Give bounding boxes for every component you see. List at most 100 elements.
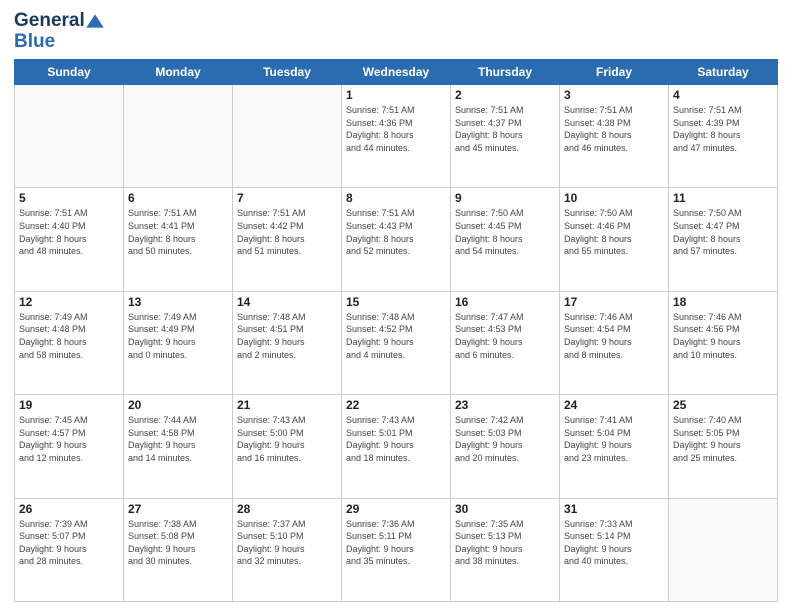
day-cell: 28 Sunrise: 7:37 AM Sunset: 5:10 PM Dayli…	[233, 498, 342, 601]
day-number: 24	[564, 398, 664, 412]
day-info: Sunrise: 7:51 AM Sunset: 4:42 PM Dayligh…	[237, 207, 337, 257]
day-cell: 9 Sunrise: 7:50 AM Sunset: 4:45 PM Daylig…	[451, 188, 560, 291]
day-info: Sunrise: 7:41 AM Sunset: 5:04 PM Dayligh…	[564, 414, 664, 464]
day-info: Sunrise: 7:50 AM Sunset: 4:47 PM Dayligh…	[673, 207, 773, 257]
day-number: 11	[673, 191, 773, 205]
day-info: Sunrise: 7:51 AM Sunset: 4:37 PM Dayligh…	[455, 104, 555, 154]
day-info: Sunrise: 7:42 AM Sunset: 5:03 PM Dayligh…	[455, 414, 555, 464]
weekday-header-friday: Friday	[560, 60, 669, 85]
day-cell: 12Sunrise: 7:49 AM Sunset: 4:48 PM Dayli…	[15, 291, 124, 394]
day-cell: 31 Sunrise: 7:33 AM Sunset: 5:14 PM Dayli…	[560, 498, 669, 601]
day-number: 22	[346, 398, 446, 412]
day-number: 21	[237, 398, 337, 412]
day-number: 7	[237, 191, 337, 205]
day-number: 8	[346, 191, 446, 205]
weekday-header-saturday: Saturday	[669, 60, 778, 85]
day-cell: 18 Sunrise: 7:46 AM Sunset: 4:56 PM Dayli…	[669, 291, 778, 394]
day-info: Sunrise: 7:46 AM Sunset: 4:54 PM Dayligh…	[564, 311, 664, 361]
day-cell: 17 Sunrise: 7:46 AM Sunset: 4:54 PM Dayli…	[560, 291, 669, 394]
logo-arrow-icon	[85, 11, 105, 31]
day-number: 10	[564, 191, 664, 205]
day-number: 14	[237, 295, 337, 309]
day-info: Sunrise: 7:51 AM Sunset: 4:39 PM Dayligh…	[673, 104, 773, 154]
day-info: Sunrise: 7:51 AM Sunset: 4:43 PM Dayligh…	[346, 207, 446, 257]
logo-blue-label: Blue	[14, 32, 55, 51]
day-number: 15	[346, 295, 446, 309]
day-cell	[669, 498, 778, 601]
weekday-header-monday: Monday	[124, 60, 233, 85]
day-info: Sunrise: 7:43 AM Sunset: 5:00 PM Dayligh…	[237, 414, 337, 464]
day-number: 25	[673, 398, 773, 412]
day-info: Sunrise: 7:51 AM Sunset: 4:36 PM Dayligh…	[346, 104, 446, 154]
day-cell: 11 Sunrise: 7:50 AM Sunset: 4:47 PM Dayli…	[669, 188, 778, 291]
week-row-4: 19 Sunrise: 7:45 AM Sunset: 4:57 PM Dayli…	[15, 395, 778, 498]
day-info: Sunrise: 7:44 AM Sunset: 4:58 PM Dayligh…	[128, 414, 228, 464]
day-number: 28	[237, 502, 337, 516]
day-cell: 25 Sunrise: 7:40 AM Sunset: 5:05 PM Dayli…	[669, 395, 778, 498]
day-info: Sunrise: 7:33 AM Sunset: 5:14 PM Dayligh…	[564, 518, 664, 568]
day-info: Sunrise: 7:40 AM Sunset: 5:05 PM Dayligh…	[673, 414, 773, 464]
day-number: 2	[455, 88, 555, 102]
day-info: Sunrise: 7:37 AM Sunset: 5:10 PM Dayligh…	[237, 518, 337, 568]
day-info: Sunrise: 7:48 AM Sunset: 4:52 PM Dayligh…	[346, 311, 446, 361]
weekday-header-row: SundayMondayTuesdayWednesdayThursdayFrid…	[15, 60, 778, 85]
day-cell	[124, 85, 233, 188]
day-info: Sunrise: 7:49 AM Sunset: 4:49 PM Dayligh…	[128, 311, 228, 361]
logo-general-label: General	[14, 10, 85, 32]
week-row-2: 5Sunrise: 7:51 AM Sunset: 4:40 PM Daylig…	[15, 188, 778, 291]
day-info: Sunrise: 7:38 AM Sunset: 5:08 PM Dayligh…	[128, 518, 228, 568]
day-number: 17	[564, 295, 664, 309]
day-cell: 14 Sunrise: 7:48 AM Sunset: 4:51 PM Dayli…	[233, 291, 342, 394]
day-info: Sunrise: 7:35 AM Sunset: 5:13 PM Dayligh…	[455, 518, 555, 568]
day-cell: 13 Sunrise: 7:49 AM Sunset: 4:49 PM Dayli…	[124, 291, 233, 394]
day-cell: 20 Sunrise: 7:44 AM Sunset: 4:58 PM Dayli…	[124, 395, 233, 498]
weekday-header-sunday: Sunday	[15, 60, 124, 85]
day-number: 30	[455, 502, 555, 516]
weekday-header-wednesday: Wednesday	[342, 60, 451, 85]
weekday-header-tuesday: Tuesday	[233, 60, 342, 85]
day-number: 31	[564, 502, 664, 516]
day-number: 16	[455, 295, 555, 309]
week-row-5: 26 Sunrise: 7:39 AM Sunset: 5:07 PM Dayli…	[15, 498, 778, 601]
day-number: 13	[128, 295, 228, 309]
day-cell	[233, 85, 342, 188]
day-cell: 5Sunrise: 7:51 AM Sunset: 4:40 PM Daylig…	[15, 188, 124, 291]
calendar-page: General Blue SundayMondayTuesdayWednesda…	[0, 0, 792, 612]
day-number: 26	[19, 502, 119, 516]
day-cell: 6 Sunrise: 7:51 AM Sunset: 4:41 PM Daylig…	[124, 188, 233, 291]
day-number: 4	[673, 88, 773, 102]
day-cell: 1 Sunrise: 7:51 AM Sunset: 4:36 PM Daylig…	[342, 85, 451, 188]
day-number: 9	[455, 191, 555, 205]
day-number: 1	[346, 88, 446, 102]
day-cell: 15 Sunrise: 7:48 AM Sunset: 4:52 PM Dayli…	[342, 291, 451, 394]
day-cell: 27 Sunrise: 7:38 AM Sunset: 5:08 PM Dayli…	[124, 498, 233, 601]
day-cell: 4 Sunrise: 7:51 AM Sunset: 4:39 PM Daylig…	[669, 85, 778, 188]
day-number: 12	[19, 295, 119, 309]
day-number: 27	[128, 502, 228, 516]
day-cell: 22Sunrise: 7:43 AM Sunset: 5:01 PM Dayli…	[342, 395, 451, 498]
day-number: 20	[128, 398, 228, 412]
day-info: Sunrise: 7:46 AM Sunset: 4:56 PM Dayligh…	[673, 311, 773, 361]
logo-row: General	[14, 10, 105, 32]
day-cell: 8 Sunrise: 7:51 AM Sunset: 4:43 PM Daylig…	[342, 188, 451, 291]
day-number: 6	[128, 191, 228, 205]
day-cell: 29Sunrise: 7:36 AM Sunset: 5:11 PM Dayli…	[342, 498, 451, 601]
week-row-3: 12Sunrise: 7:49 AM Sunset: 4:48 PM Dayli…	[15, 291, 778, 394]
day-number: 19	[19, 398, 119, 412]
day-info: Sunrise: 7:36 AM Sunset: 5:11 PM Dayligh…	[346, 518, 446, 568]
day-cell: 3Sunrise: 7:51 AM Sunset: 4:38 PM Daylig…	[560, 85, 669, 188]
day-info: Sunrise: 7:50 AM Sunset: 4:46 PM Dayligh…	[564, 207, 664, 257]
day-cell: 7 Sunrise: 7:51 AM Sunset: 4:42 PM Daylig…	[233, 188, 342, 291]
day-number: 18	[673, 295, 773, 309]
day-info: Sunrise: 7:48 AM Sunset: 4:51 PM Dayligh…	[237, 311, 337, 361]
weekday-header-thursday: Thursday	[451, 60, 560, 85]
day-info: Sunrise: 7:50 AM Sunset: 4:45 PM Dayligh…	[455, 207, 555, 257]
calendar-table: SundayMondayTuesdayWednesdayThursdayFrid…	[14, 59, 778, 602]
day-info: Sunrise: 7:45 AM Sunset: 4:57 PM Dayligh…	[19, 414, 119, 464]
day-info: Sunrise: 7:51 AM Sunset: 4:41 PM Dayligh…	[128, 207, 228, 257]
day-cell: 26 Sunrise: 7:39 AM Sunset: 5:07 PM Dayli…	[15, 498, 124, 601]
day-number: 5	[19, 191, 119, 205]
day-cell: 10 Sunrise: 7:50 AM Sunset: 4:46 PM Dayli…	[560, 188, 669, 291]
day-cell: 24 Sunrise: 7:41 AM Sunset: 5:04 PM Dayli…	[560, 395, 669, 498]
day-info: Sunrise: 7:39 AM Sunset: 5:07 PM Dayligh…	[19, 518, 119, 568]
